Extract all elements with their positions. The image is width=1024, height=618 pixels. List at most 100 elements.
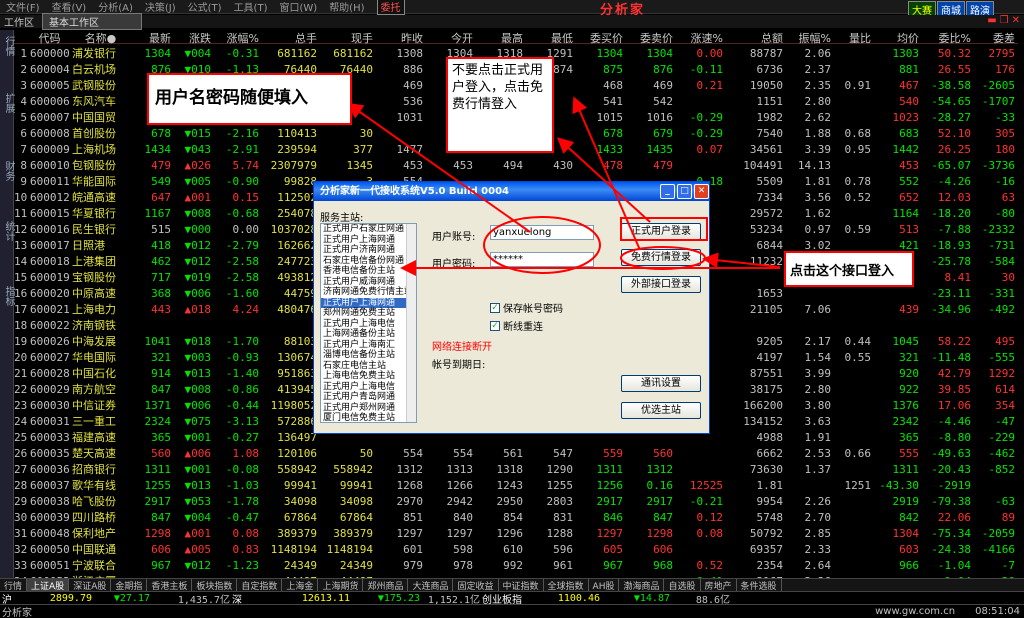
menu-item[interactable]: 查看(V) [46, 0, 93, 14]
save-password-checkbox[interactable]: ✓ 保存帐号密码 [490, 300, 563, 315]
menu-item[interactable]: 决策(J) [139, 0, 182, 14]
col-header[interactable]: 总额 [726, 30, 786, 45]
col-header[interactable]: 涨幅% [214, 30, 262, 45]
market-tab[interactable]: 金期指 [111, 578, 148, 592]
server-list-item[interactable]: 正式用户上海电信 [321, 382, 416, 393]
delegate-button[interactable]: 委托 [376, 0, 405, 15]
table-row[interactable]: 32 600050 中国联通 606 ▲005 0.83 1148194 1148194 601… [14, 541, 1018, 557]
col-header[interactable]: 均价 [874, 30, 922, 45]
comm-settings-button[interactable]: 通讯设置 [621, 375, 701, 392]
sidebar-tab[interactable]: 扩展 [1, 92, 14, 114]
col-header[interactable]: 最高 [476, 30, 526, 45]
table-row[interactable]: 30 600039 四川路桥 847 ▼004 -0.47 67864 67864 851 840… [14, 509, 1018, 525]
server-list-item[interactable]: 上海网通备份主站 [321, 329, 416, 340]
server-list-item[interactable]: 上海电信免费主站 [321, 371, 416, 382]
col-header[interactable]: 最新 [132, 30, 174, 45]
scrollbar[interactable] [406, 224, 416, 422]
index-value: ▼175.23 [377, 592, 420, 604]
minimize-icon[interactable]: ▬ [987, 15, 996, 26]
server-list-item[interactable]: 正式用户上海网通 [321, 297, 416, 308]
server-list-item[interactable]: 正式用户上海电信 [321, 319, 416, 330]
server-list-item[interactable]: 正式用户济南网通 [321, 245, 416, 256]
sidebar-tab[interactable]: 财务 [1, 160, 14, 182]
reconnect-checkbox[interactable]: ✓ 断线重连 [490, 318, 543, 333]
col-header[interactable]: 昨收 [376, 30, 426, 45]
server-list-item[interactable]: 石家庄电信备份网通 [321, 256, 416, 267]
market-tab[interactable]: 条件选股 [737, 578, 782, 592]
free-login-button[interactable]: 免费行情登录 [621, 249, 701, 266]
server-list-item[interactable]: 正式用户石家庄网通 [321, 224, 416, 235]
server-list-item[interactable]: 正式用户郑州网通 [321, 403, 416, 414]
account-field[interactable]: yanxuelong [490, 225, 594, 240]
col-header[interactable]: 委比% [922, 30, 974, 45]
server-list-item[interactable]: 正式用户青岛网通 [321, 392, 416, 403]
market-tab[interactable]: AH股 [589, 578, 620, 592]
col-header[interactable]: 振幅% [786, 30, 834, 45]
menu-item[interactable]: 工具(T) [228, 0, 274, 14]
table-cell: 21 [14, 366, 28, 380]
table-row[interactable]: 29 600038 哈飞股份 2917 ▼053 -1.78 34098 34098 2970 2… [14, 493, 1018, 509]
server-list-item[interactable]: 石家庄电信主站 [321, 361, 416, 372]
maximize-icon[interactable]: □ [677, 184, 692, 199]
table-cell: 24 [14, 414, 28, 428]
server-list-item[interactable]: 济南网通免费行情主站 [321, 287, 416, 298]
col-header[interactable]: 量比 [834, 30, 874, 45]
col-header[interactable]: 现手 [320, 30, 376, 45]
dialog-title-bar[interactable]: 分析家新一代接收系统V5.0 Build 0004 _ □ ✕ [314, 182, 709, 201]
select-server-button[interactable]: 优选主站 [621, 402, 701, 419]
sidebar-tab[interactable]: 统计 [1, 220, 14, 242]
market-tab[interactable]: 上证A股 [27, 578, 70, 592]
market-tab[interactable]: 渤海商品 [619, 578, 665, 592]
close-icon[interactable]: ✕ [694, 184, 709, 199]
server-list-item[interactable]: 厦门电信免费主站 [321, 413, 416, 422]
col-header[interactable]: 委买价 [576, 30, 626, 45]
col-header[interactable]: 总手 [262, 30, 320, 45]
market-tab[interactable]: 上海金 [282, 578, 319, 592]
table-row[interactable]: 26 600035 楚天高速 560 ▲006 1.08 120106 50 554 554 561… [14, 445, 1018, 461]
market-tab[interactable]: 郑州商品 [363, 578, 409, 592]
sidebar-tab[interactable]: 指标 [1, 285, 14, 307]
table-row[interactable]: 8 600010 包钢股份 479 ▲026 5.74 2307979 1345 453 453 4… [14, 157, 1018, 173]
table-row[interactable]: 28 600037 歌华有线 1255 ▼013 -1.03 99941 99941 1268 1… [14, 477, 1018, 493]
market-tab[interactable]: 上海期货 [318, 578, 364, 592]
col-header[interactable]: 名称● [72, 30, 132, 45]
table-cell: 600019 [30, 270, 70, 284]
table-row[interactable]: 33 600051 宁波联合 967 ▼012 -1.23 24349 24349 979 978… [14, 557, 1018, 573]
menu-item[interactable]: 窗口(W) [273, 0, 323, 14]
server-list-item[interactable]: 郑州网通免费主站 [321, 308, 416, 319]
col-header[interactable]: 委卖价 [626, 30, 676, 45]
market-tab[interactable]: 全球指数 [544, 578, 589, 592]
menu-item[interactable]: 帮助(H) [323, 0, 370, 14]
server-list-item[interactable]: 正式用户上海南汇 [321, 340, 416, 351]
close-icon[interactable]: ✕ [1012, 15, 1020, 26]
restore-icon[interactable]: ❐ [1000, 15, 1009, 26]
table-row[interactable]: 27 600036 招商银行 1311 ▼001 -0.08 558942 558942 131… [14, 461, 1018, 477]
workspace-select[interactable]: 基本工作区 [42, 13, 142, 30]
table-cell: 0.55 [844, 350, 872, 364]
col-header[interactable]: 今开 [426, 30, 476, 45]
col-header[interactable]: 代码 [30, 30, 72, 45]
minimize-icon[interactable]: _ [660, 184, 675, 199]
server-list[interactable]: 正式用户石家庄网通 正式用户上海网通 正式用户济南网通 石家庄电信备份网通 香港电信备份… [320, 223, 417, 423]
server-list-item[interactable]: 正式用户威海网通 [321, 277, 416, 288]
external-login-button[interactable]: 外部接口登录 [621, 276, 701, 293]
market-tab[interactable]: 深证A股 [69, 578, 112, 592]
website-url[interactable]: www.gw.com.cn [875, 606, 955, 617]
col-header[interactable]: 委差 [974, 30, 1018, 45]
server-list-item[interactable]: 香港电信备份主站 [321, 266, 416, 277]
table-cell: 479 [151, 158, 171, 172]
server-list-item[interactable]: 淄博电信备份主站 [321, 350, 416, 361]
server-list-item[interactable]: 正式用户上海网通 [321, 235, 416, 246]
menu-item[interactable]: 公式(T) [182, 0, 228, 14]
col-header[interactable]: 涨跌 [174, 30, 214, 45]
table-cell: 20 [14, 350, 28, 364]
table-cell: ▼008 [184, 206, 212, 220]
password-field[interactable]: ****** [490, 252, 594, 267]
menu-item[interactable]: 分析(A) [92, 0, 139, 14]
table-cell: 1.81 [756, 478, 784, 492]
table-row[interactable]: 31 600048 保利地产 1298 ▲001 0.08 389379 389379 1297… [14, 525, 1018, 541]
col-header[interactable]: 最低 [526, 30, 576, 45]
col-header[interactable]: 涨速% [676, 30, 726, 45]
menu-item[interactable]: 文件(F) [0, 0, 46, 14]
sidebar-tab[interactable]: 行情 [1, 35, 14, 57]
